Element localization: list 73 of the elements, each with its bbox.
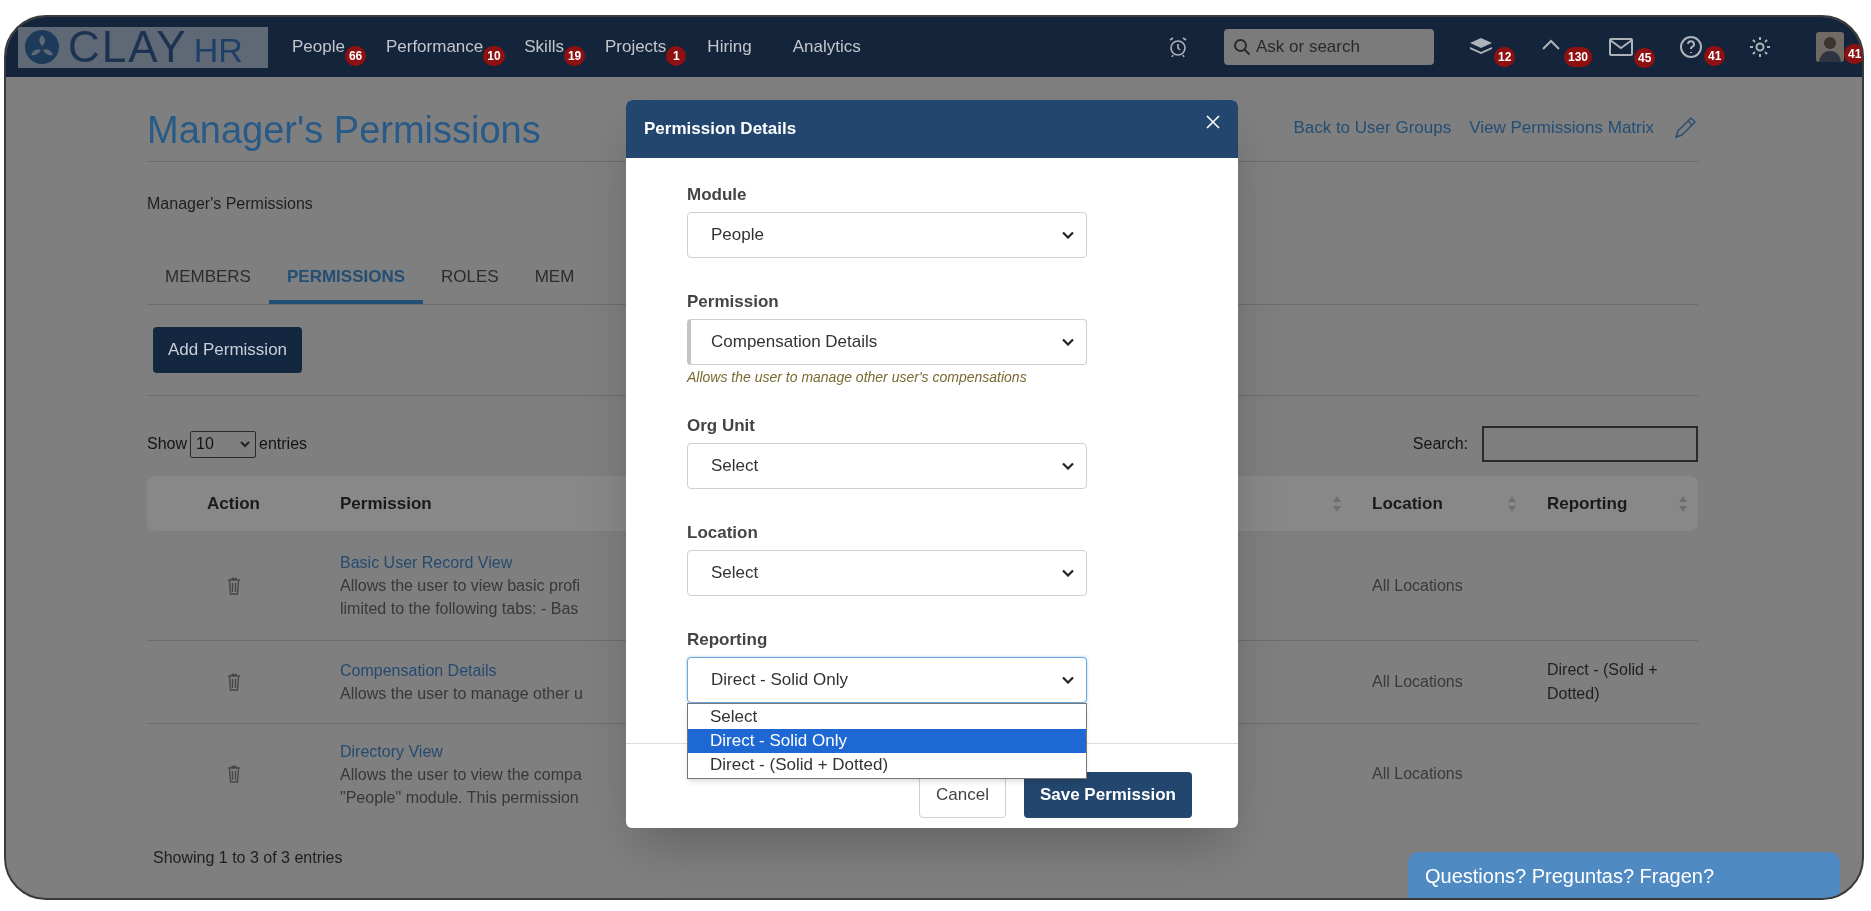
- permission-description: Allows the user to manage other u: [340, 684, 583, 704]
- field-label: Location: [687, 522, 759, 542]
- permission-description: "People" module. This permission: [340, 787, 579, 808]
- save-button[interactable]: Save Permission: [1023, 772, 1192, 818]
- show-label: Show: [147, 434, 188, 454]
- count-badge: 10: [483, 46, 505, 67]
- trash-icon[interactable]: [226, 576, 241, 595]
- permission-description: Allows the user to view basic profi: [340, 576, 581, 596]
- location-cell-text: All Locations: [1371, 764, 1464, 784]
- count-badge: 45: [1634, 48, 1656, 68]
- mail-icon[interactable]: [1608, 36, 1634, 58]
- chevron-icon: [1062, 231, 1074, 239]
- nav-link[interactable]: Analytics: [792, 34, 861, 60]
- select-field[interactable]: Select: [687, 443, 1087, 489]
- breadcrumb: Manager's Permissions: [147, 194, 313, 214]
- select-field[interactable]: Direct - Solid Only: [687, 657, 1087, 703]
- field-label: Reporting: [687, 629, 769, 649]
- field-label: Org Unit: [687, 415, 756, 435]
- chevron-icon: [240, 440, 251, 448]
- location-cell-text: All Locations: [1371, 575, 1464, 596]
- logo-suffix: HR: [193, 33, 243, 67]
- chevron-icon: [1062, 569, 1074, 577]
- count-badge: 66: [344, 46, 367, 67]
- nav-link[interactable]: Hiring: [707, 34, 752, 60]
- select-field[interactable]: Select: [687, 550, 1087, 596]
- add-permission-button[interactable]: Add Permission: [153, 327, 303, 373]
- logo-icon: [24, 29, 60, 65]
- reporting-cell: Direct - (Solid + Dotted): [1547, 661, 1658, 702]
- entries-select[interactable]: 10: [190, 430, 257, 458]
- search-field[interactable]: Ask or search: [1224, 29, 1434, 65]
- table-search-field[interactable]: [1482, 426, 1698, 462]
- column-header[interactable]: Location: [1372, 490, 1443, 517]
- count-badge: 19: [563, 46, 586, 67]
- permission-description: Allows the user to view the compa: [340, 764, 582, 785]
- modal-title: Permission Details: [644, 118, 797, 141]
- field-hint: Allows the user to manage other user's compensations: [687, 368, 1028, 387]
- location-cell-text: All Locations: [1371, 672, 1464, 692]
- table-info: Showing 1 to 3 of 3 entries: [152, 848, 344, 868]
- select-field[interactable]: Compensation Details: [687, 319, 1087, 365]
- chevron-icon: [1062, 676, 1074, 684]
- chevron-icon: [1062, 338, 1074, 346]
- tab[interactable]: MEM: [516, 254, 593, 304]
- field-label: Permission: [687, 291, 780, 311]
- entries-label: entries: [259, 434, 308, 454]
- nav-link[interactable]: Skills: [524, 34, 564, 60]
- trash-icon[interactable]: [226, 673, 241, 691]
- pencil-icon[interactable]: [1672, 115, 1698, 141]
- help-icon[interactable]: [1678, 34, 1704, 60]
- column-header: Action: [207, 492, 260, 515]
- search-icon: [1233, 38, 1251, 56]
- close-icon[interactable]: [1206, 115, 1220, 129]
- count-badge: 41: [1844, 44, 1862, 64]
- chevron-icon: [1062, 462, 1074, 470]
- page-title: Manager's Permissions: [147, 111, 541, 149]
- count-badge: 41: [1704, 46, 1726, 66]
- nav-link[interactable]: Projects: [604, 34, 667, 60]
- count-badge: 130: [1564, 47, 1593, 67]
- field-label: Module: [687, 184, 748, 204]
- help-widget-button[interactable]: Questions? Preguntas? Fragen?: [1408, 852, 1840, 898]
- nav-link[interactable]: People: [292, 34, 345, 60]
- logo-text: CLAY: [68, 25, 188, 69]
- select-field[interactable]: People: [687, 212, 1087, 258]
- avatar-icon[interactable]: [1816, 32, 1844, 62]
- permission-description: limited to the following tabs: - Bas: [340, 599, 579, 619]
- dropdown-option[interactable]: Select: [688, 705, 1086, 729]
- column-header[interactable]: Reporting: [1547, 490, 1628, 517]
- nav-link[interactable]: Performance: [385, 34, 484, 60]
- dropdown-option[interactable]: Direct - Solid Only: [688, 729, 1086, 753]
- search-label: Search:: [1412, 434, 1468, 454]
- trash-icon[interactable]: [226, 765, 241, 783]
- column-header: Permission: [340, 492, 432, 515]
- count-badge: 12: [1494, 47, 1516, 67]
- count-badge: 1: [666, 46, 687, 67]
